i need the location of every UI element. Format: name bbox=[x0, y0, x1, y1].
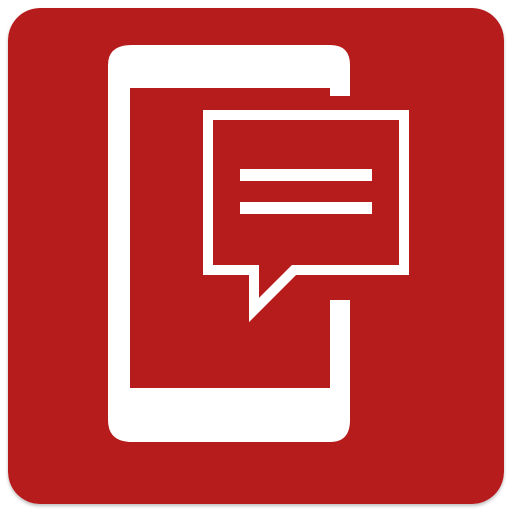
speaker-slot bbox=[194, 65, 262, 73]
message-line-2 bbox=[240, 202, 372, 214]
message-line-1 bbox=[240, 169, 372, 181]
phone-message-icon bbox=[8, 8, 504, 504]
home-button-icon bbox=[215, 399, 241, 425]
app-icon-tile[interactable] bbox=[8, 8, 504, 504]
